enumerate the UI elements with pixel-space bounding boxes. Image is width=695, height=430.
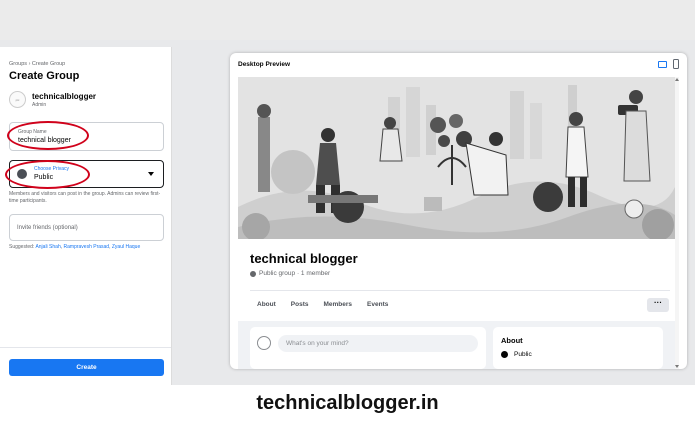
divider	[0, 347, 171, 348]
admin-info: pic technicalblogger Admin	[9, 91, 96, 108]
tab-members[interactable]: Members	[323, 301, 352, 308]
suggested-friend[interactable]: Zyaul Haque	[112, 244, 140, 250]
group-title: technical blogger	[250, 251, 358, 266]
preview-canvas: technical blogger Public group · 1 membe…	[238, 77, 679, 369]
desktop-preview-panel: Desktop Preview technical blogger Public…	[230, 53, 687, 369]
desktop-icon[interactable]	[658, 61, 667, 68]
globe-icon	[17, 169, 27, 179]
scroll-down-icon[interactable]	[675, 365, 679, 368]
tab-events[interactable]: Events	[367, 301, 388, 308]
top-strip	[0, 0, 695, 40]
composer-input[interactable]: What's on your mind?	[278, 335, 478, 352]
admin-name: technicalblogger	[32, 91, 97, 101]
divider	[250, 290, 670, 291]
watermark: technicalblogger.in	[256, 392, 439, 414]
tab-about[interactable]: About	[257, 301, 276, 308]
suggested-friend[interactable]: Rampravesh Prasad	[64, 244, 110, 250]
group-name-input[interactable]: technical blogger	[18, 137, 71, 144]
breadcrumb[interactable]: Groups › Create Group	[9, 61, 65, 67]
suggested-prefix: Suggested:	[9, 244, 35, 250]
create-group-sidebar: Groups › Create Group Create Group pic t…	[0, 47, 172, 385]
privacy-help-text: Members and visitors can post in the gro…	[9, 191, 161, 204]
avatar	[257, 336, 271, 350]
preview-title: Desktop Preview	[238, 61, 291, 68]
privacy-select[interactable]: Choose Privacy Public	[9, 160, 164, 188]
group-name-field[interactable]: Group Name technical blogger	[9, 122, 164, 151]
page-title: Create Group	[9, 70, 80, 82]
group-header-card: technical blogger Public group · 1 membe…	[238, 239, 675, 321]
group-name-label: Group Name	[18, 129, 47, 135]
invite-placeholder[interactable]: Invite friends (optional)	[17, 225, 78, 231]
group-meta: Public group · 1 member	[250, 270, 330, 277]
caret-down-icon[interactable]	[148, 172, 154, 176]
create-button[interactable]: Create	[9, 359, 164, 376]
mobile-icon[interactable]	[673, 59, 679, 69]
about-privacy-value: Public	[514, 351, 532, 358]
tab-posts[interactable]: Posts	[291, 301, 309, 308]
scrollbar[interactable]	[675, 77, 679, 369]
composer-card: What's on your mind?	[250, 327, 486, 369]
globe-icon	[250, 270, 256, 277]
scroll-up-icon[interactable]	[675, 78, 679, 81]
cover-photo	[238, 77, 675, 239]
invite-friends-field[interactable]: Invite friends (optional)	[9, 214, 164, 241]
cover-illustration	[238, 77, 675, 239]
globe-icon	[501, 351, 508, 358]
suggested-friends: Suggested: Anjali Shah, Rampravesh Prasa…	[9, 244, 141, 250]
group-meta-text: Public group · 1 member	[259, 270, 331, 277]
more-options-button[interactable]: ···	[647, 298, 669, 312]
avatar: pic	[9, 91, 26, 108]
about-card: About Public	[493, 327, 663, 369]
about-privacy: Public	[501, 351, 532, 358]
privacy-value: Public	[34, 174, 54, 181]
about-title: About	[501, 336, 523, 345]
screen: Groups › Create Group Create Group pic t…	[0, 0, 695, 385]
suggested-friend[interactable]: Anjali Shah	[35, 244, 60, 250]
group-tabs: About Posts Members Events	[257, 301, 403, 308]
privacy-label: Choose Privacy	[34, 166, 70, 172]
admin-role: Admin	[32, 101, 47, 108]
avatar-label: pic	[15, 97, 20, 102]
